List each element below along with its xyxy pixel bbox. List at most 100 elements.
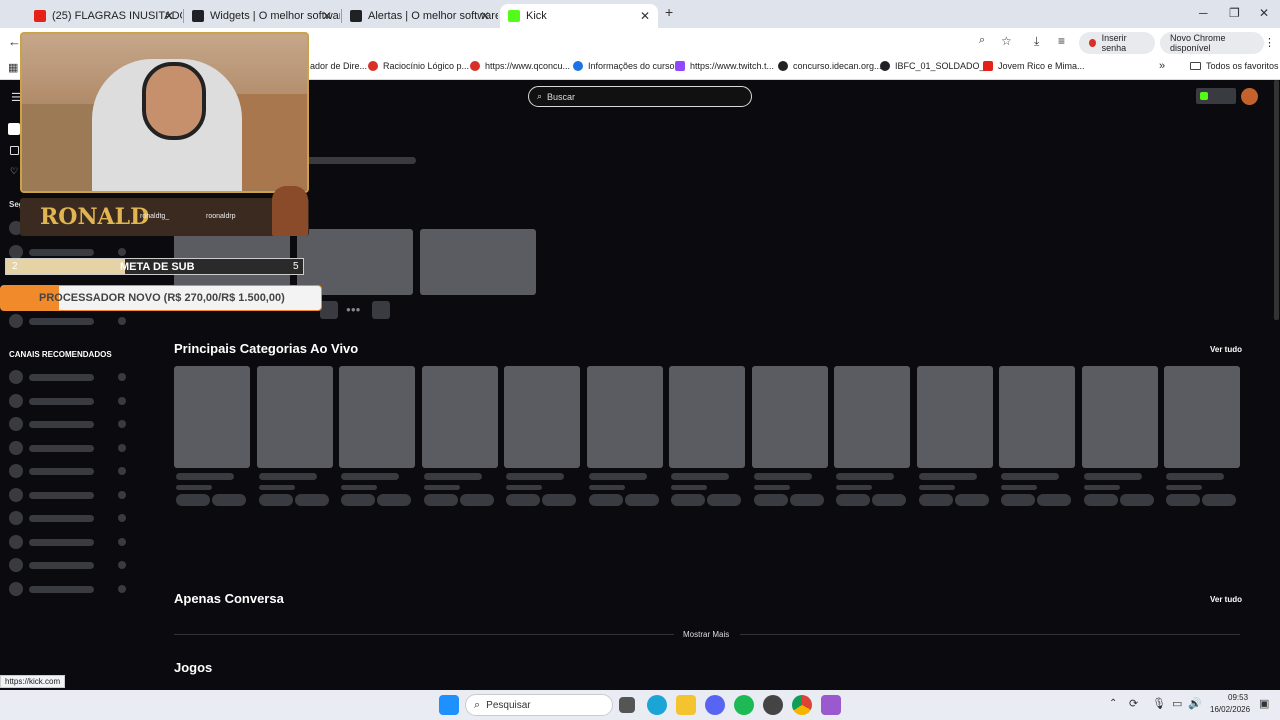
category-tag-skeleton	[1001, 494, 1035, 506]
recommended-avatar-skeleton[interactable]	[9, 487, 23, 502]
donation-goal-label: PROCESSADOR NOVO (R$ 270,00/R$ 1.500,00)	[39, 292, 285, 304]
categories-see-all-link[interactable]: Ver tudo	[1210, 345, 1242, 354]
search-icon[interactable]: ⌕	[979, 34, 985, 47]
apps-icon[interactable]: ▦	[8, 61, 18, 74]
update-chrome-button[interactable]: Novo Chrome disponível	[1160, 32, 1264, 54]
close-icon[interactable]: ✕	[164, 9, 174, 23]
login-button[interactable]	[1196, 88, 1236, 104]
carousel-next-button[interactable]	[372, 301, 390, 319]
recommended-name-skeleton	[29, 562, 94, 569]
chevron-right-icon[interactable]: »	[1159, 60, 1165, 72]
category-card[interactable]	[256, 366, 333, 468]
carousel-prev-button[interactable]	[320, 301, 338, 319]
recommended-avatar-skeleton[interactable]	[9, 534, 23, 549]
microphone-icon[interactable]: 🎙	[1152, 697, 1166, 710]
category-tag-skeleton	[423, 494, 458, 506]
recommended-avatar-skeleton[interactable]	[9, 370, 23, 384]
avatar[interactable]	[1241, 88, 1258, 105]
restore-icon[interactable]: ❐	[1229, 6, 1240, 20]
obs-icon[interactable]	[763, 695, 783, 715]
recommended-avatar-skeleton[interactable]	[9, 581, 23, 596]
status-url: https://kick.com	[0, 675, 66, 688]
category-card[interactable]	[504, 366, 580, 468]
chrome-icon[interactable]	[792, 695, 812, 715]
tab-alertas[interactable]: Alertas | O melhor software par ✕	[342, 4, 498, 28]
tab-widgets[interactable]: Widgets | O melhor software p ✕	[184, 4, 340, 28]
recommended-name-skeleton	[29, 491, 94, 499]
scrollbar[interactable]	[1274, 80, 1279, 320]
recommended-avatar-skeleton[interactable]	[9, 511, 23, 525]
bookmark-item[interactable]: Jovem Rico e Mima...	[983, 61, 1085, 71]
close-icon[interactable]: ✕	[322, 9, 332, 23]
network-icon[interactable]: ▭	[1172, 697, 1182, 710]
category-card[interactable]	[1164, 366, 1240, 468]
taskbar-search[interactable]: ⌕ Pesquisar	[465, 694, 613, 716]
category-viewers-skeleton	[588, 485, 625, 490]
close-window-icon[interactable]: ✕	[1259, 6, 1269, 20]
streaming-app-icon[interactable]	[821, 695, 841, 715]
notifications-icon[interactable]: ▣	[1259, 697, 1269, 710]
recommended-viewers-skeleton	[118, 396, 126, 405]
task-view-icon[interactable]	[619, 697, 635, 713]
spotify-icon[interactable]	[734, 695, 754, 715]
divider	[174, 634, 674, 635]
chat-see-all-link[interactable]: Ver tudo	[1210, 595, 1242, 604]
recommended-avatar-skeleton[interactable]	[9, 558, 23, 572]
bookmark-item[interactable]: Raciocínio Lógico p...	[368, 61, 469, 71]
search-input[interactable]: ⌕ Buscar	[528, 86, 752, 107]
category-viewers-skeleton	[423, 485, 460, 490]
category-title-skeleton	[918, 473, 977, 480]
recommended-avatar-skeleton[interactable]	[9, 440, 23, 455]
category-card[interactable]	[421, 366, 498, 468]
category-card[interactable]	[751, 366, 828, 468]
clock-time[interactable]: 09:53	[1228, 693, 1248, 702]
category-title-skeleton	[588, 473, 647, 480]
star-icon[interactable]: ☆	[1001, 34, 1012, 48]
windows-start-icon[interactable]	[439, 695, 459, 715]
file-explorer-icon[interactable]	[676, 695, 696, 715]
bookmark-item[interactable]: ador de Dire...	[310, 61, 367, 71]
sync-icon[interactable]: ⟳	[1129, 697, 1138, 710]
new-tab-icon[interactable]: +	[665, 4, 673, 20]
chevron-up-icon[interactable]: ⌃	[1109, 698, 1117, 709]
category-card[interactable]	[669, 366, 745, 468]
bookmark-item[interactable]: https://www.twitch.t...	[675, 61, 774, 71]
tab-kick[interactable]: Kick ✕	[500, 4, 658, 28]
carousel-card[interactable]	[420, 229, 536, 295]
category-tag-skeleton	[836, 494, 870, 506]
category-title-skeleton	[341, 473, 399, 480]
category-card[interactable]	[339, 366, 415, 468]
recommended-avatar-skeleton[interactable]	[9, 417, 23, 431]
streamer-banner: RONALD ronaldtg_ roonaldrp	[20, 186, 309, 236]
recommended-avatar-skeleton[interactable]	[9, 464, 23, 478]
discord-icon[interactable]	[705, 695, 725, 715]
category-title-skeleton	[1166, 473, 1224, 480]
clock-date[interactable]: 16/02/2026	[1210, 705, 1250, 714]
volume-icon[interactable]: 🔊	[1188, 697, 1202, 710]
close-icon[interactable]: ✕	[640, 9, 650, 23]
close-icon[interactable]: ✕	[480, 9, 490, 23]
show-more-button[interactable]: Mostrar Mais	[683, 630, 729, 639]
bookmark-item[interactable]: concurso.idecan.org...	[778, 61, 882, 71]
category-card[interactable]	[999, 366, 1075, 468]
category-card[interactable]	[586, 366, 663, 468]
category-card[interactable]	[1081, 366, 1158, 468]
edge-icon[interactable]	[647, 695, 667, 715]
download-icon[interactable]: ⤓	[1034, 34, 1039, 49]
category-card[interactable]	[834, 366, 910, 468]
bookmark-item[interactable]: https://www.qconcu...	[470, 61, 570, 71]
category-card[interactable]	[916, 366, 993, 468]
playlist-icon[interactable]: ≡	[1058, 34, 1065, 48]
menu-icon[interactable]: ⋮	[1264, 36, 1275, 49]
bookmark-item[interactable]: IBFC_01_SOLDADO_...	[880, 61, 992, 71]
all-bookmarks-button[interactable]: Todos os favoritos	[1190, 61, 1279, 71]
minimize-icon[interactable]: ─	[1199, 6, 1208, 20]
browse-icon[interactable]	[10, 146, 19, 155]
category-card[interactable]	[174, 366, 250, 468]
home-icon[interactable]	[8, 123, 20, 135]
password-button[interactable]: Inserir senha	[1079, 32, 1155, 54]
heart-icon[interactable]: ♡	[10, 166, 18, 177]
tab-youtube[interactable]: (25) FLAGRAS INUSITADOS EM ✕	[26, 4, 182, 28]
bookmark-item[interactable]: Informações do curso	[573, 61, 675, 71]
recommended-avatar-skeleton[interactable]	[9, 393, 23, 408]
